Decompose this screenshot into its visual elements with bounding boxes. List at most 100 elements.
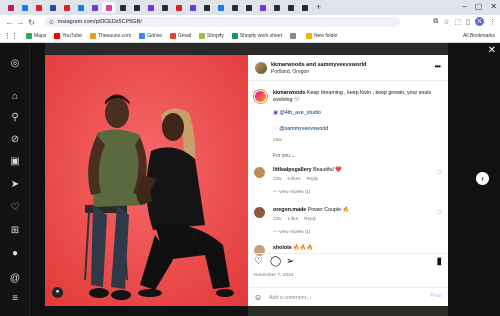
browser-tab[interactable]: [144, 2, 157, 13]
like-comment-icon[interactable]: ♡: [437, 209, 442, 216]
tab-favicon-icon: [77, 4, 84, 11]
apps-grid-icon[interactable]: ⋮⋮: [4, 32, 18, 40]
browser-tab[interactable]: [46, 2, 59, 13]
bookmark-label: Gmail: [177, 32, 192, 39]
browser-tab[interactable]: [284, 2, 297, 13]
browser-tab[interactable]: [60, 2, 73, 13]
view-replies-link[interactable]: — View replies (1): [273, 229, 310, 234]
minimize-icon[interactable]: –: [462, 2, 466, 11]
share-icon[interactable]: ➢: [286, 257, 294, 267]
commenter-username[interactable]: littlealpsgallery: [273, 167, 312, 173]
create-icon[interactable]: ⊞: [9, 225, 21, 237]
messages-icon[interactable]: ➤: [9, 179, 21, 191]
search-icon[interactable]: ⚲: [9, 112, 21, 124]
close-modal-icon[interactable]: ✕: [488, 45, 496, 56]
browser-tab[interactable]: [116, 2, 129, 13]
browser-menu-icon[interactable]: ⋮: [489, 18, 496, 26]
reply-button[interactable]: Reply: [306, 176, 318, 181]
bookmark-item[interactable]: [289, 32, 298, 39]
reload-icon[interactable]: ↻: [26, 18, 37, 27]
bookmark-item[interactable]: Maps: [26, 32, 46, 39]
browser-tab[interactable]: [158, 2, 171, 13]
post-comment-button[interactable]: Post: [431, 293, 442, 299]
commenter-username[interactable]: oregon.made: [273, 207, 306, 213]
mention-partner[interactable]: ♡ @sammyveevsworld: [273, 126, 328, 132]
browser-tab[interactable]: [214, 2, 227, 13]
like-comment-icon[interactable]: ♡: [437, 169, 442, 176]
browser-tab[interactable]: [298, 2, 311, 13]
more-options-icon[interactable]: •••: [435, 62, 441, 71]
profile-avatar[interactable]: N: [475, 17, 484, 26]
tab-favicon-icon: [245, 4, 252, 11]
browser-tab[interactable]: [200, 2, 213, 13]
profile-icon[interactable]: ●: [9, 248, 21, 260]
threads-icon[interactable]: @: [9, 273, 21, 285]
bookmark-item[interactable]: Gmail: [169, 32, 192, 39]
back-icon[interactable]: ←: [4, 18, 15, 27]
bookmark-item[interactable]: Shopify work sheet: [231, 32, 282, 39]
view-replies-link[interactable]: — View replies (1): [273, 189, 310, 194]
caption-author-avatar[interactable]: [254, 90, 267, 103]
url-field[interactable]: ⊙ instagram.com/p/DCEDz5CP5GB/: [44, 17, 400, 27]
browser-tab[interactable]: [74, 2, 87, 13]
home-icon[interactable]: ⌂: [9, 91, 21, 103]
browser-tab[interactable]: [256, 2, 269, 13]
commenter-avatar[interactable]: [254, 167, 265, 178]
caption-username[interactable]: kkmarwoods: [273, 90, 305, 96]
explore-icon[interactable]: ⊘: [9, 134, 21, 146]
browser-tab[interactable]: [270, 2, 283, 13]
browser-tab[interactable]: [18, 2, 31, 13]
reply-button[interactable]: Reply: [304, 216, 316, 221]
tagged-users-icon[interactable]: ●: [52, 287, 63, 298]
extensions-icon[interactable]: ⬚: [455, 18, 462, 26]
comment-icon[interactable]: ◯: [270, 257, 281, 267]
comment-input[interactable]: [269, 293, 419, 302]
instagram-logo-icon[interactable]: ◎: [9, 58, 21, 70]
more-menu-icon[interactable]: ≡: [9, 293, 21, 305]
browser-tab[interactable]: [130, 2, 143, 13]
emoji-picker-icon[interactable]: ☺: [254, 293, 262, 302]
close-window-icon[interactable]: ✕: [490, 2, 497, 11]
mention-studio[interactable]: ▣ @4th_ave_studio: [273, 110, 321, 116]
bookmark-label: YouTube: [62, 32, 82, 39]
save-icon[interactable]: ▮: [436, 257, 442, 267]
bookmark-label: Theeauno.com: [97, 32, 132, 39]
reels-icon[interactable]: ▣: [9, 156, 21, 168]
bookmark-item[interactable]: YouTube: [54, 32, 82, 39]
new-tab-icon[interactable]: +: [316, 3, 321, 12]
like-icon[interactable]: ♡: [254, 257, 263, 267]
bookmark-item[interactable]: New folder: [305, 32, 338, 39]
comment-likes[interactable]: 1 like: [287, 216, 298, 221]
commenter-username[interactable]: sholote: [273, 245, 292, 251]
bookmark-star-icon[interactable]: ☆: [443, 18, 449, 26]
post-author[interactable]: kkmarwoods and sammyveevsworld: [271, 62, 366, 68]
post-location[interactable]: Portland, Oregon: [271, 69, 309, 75]
browser-tab[interactable]: [228, 2, 241, 13]
author-avatar[interactable]: [255, 62, 267, 74]
for-you-filter[interactable]: For you ⌄: [273, 153, 296, 159]
browser-tab[interactable]: [186, 2, 199, 13]
bookmark-icon: [54, 32, 61, 39]
caption-text: kkmarwoods Keep dreaming , keep lovin , …: [273, 90, 441, 104]
browser-tab[interactable]: [102, 2, 115, 13]
site-info-icon[interactable]: ⊙: [49, 19, 54, 26]
bookmark-item[interactable]: Gdrive: [139, 32, 162, 39]
browser-tab[interactable]: [88, 2, 101, 13]
bookmark-label: Shopify work sheet: [239, 32, 282, 39]
comment-likes[interactable]: 6 likes: [287, 176, 300, 181]
browser-tab[interactable]: [4, 2, 17, 13]
bookmark-item[interactable]: Shopify: [199, 32, 224, 39]
side-panel-icon[interactable]: ▯: [466, 18, 470, 26]
browser-tab[interactable]: [242, 2, 255, 13]
forward-icon[interactable]: →: [15, 18, 26, 27]
browser-tab[interactable]: [172, 2, 185, 13]
install-app-icon[interactable]: ⧉: [433, 18, 438, 26]
next-post-button[interactable]: ›: [476, 172, 489, 185]
heart-emoji-icon: ♡: [273, 126, 278, 132]
commenter-avatar[interactable]: [254, 207, 265, 218]
notifications-icon[interactable]: ♡: [9, 202, 21, 214]
bookmark-item[interactable]: Theeauno.com: [89, 32, 132, 39]
all-bookmarks-folder[interactable]: All Bookmarks: [463, 33, 495, 39]
maximize-icon[interactable]: ▢: [475, 2, 483, 11]
browser-tab[interactable]: [32, 2, 45, 13]
